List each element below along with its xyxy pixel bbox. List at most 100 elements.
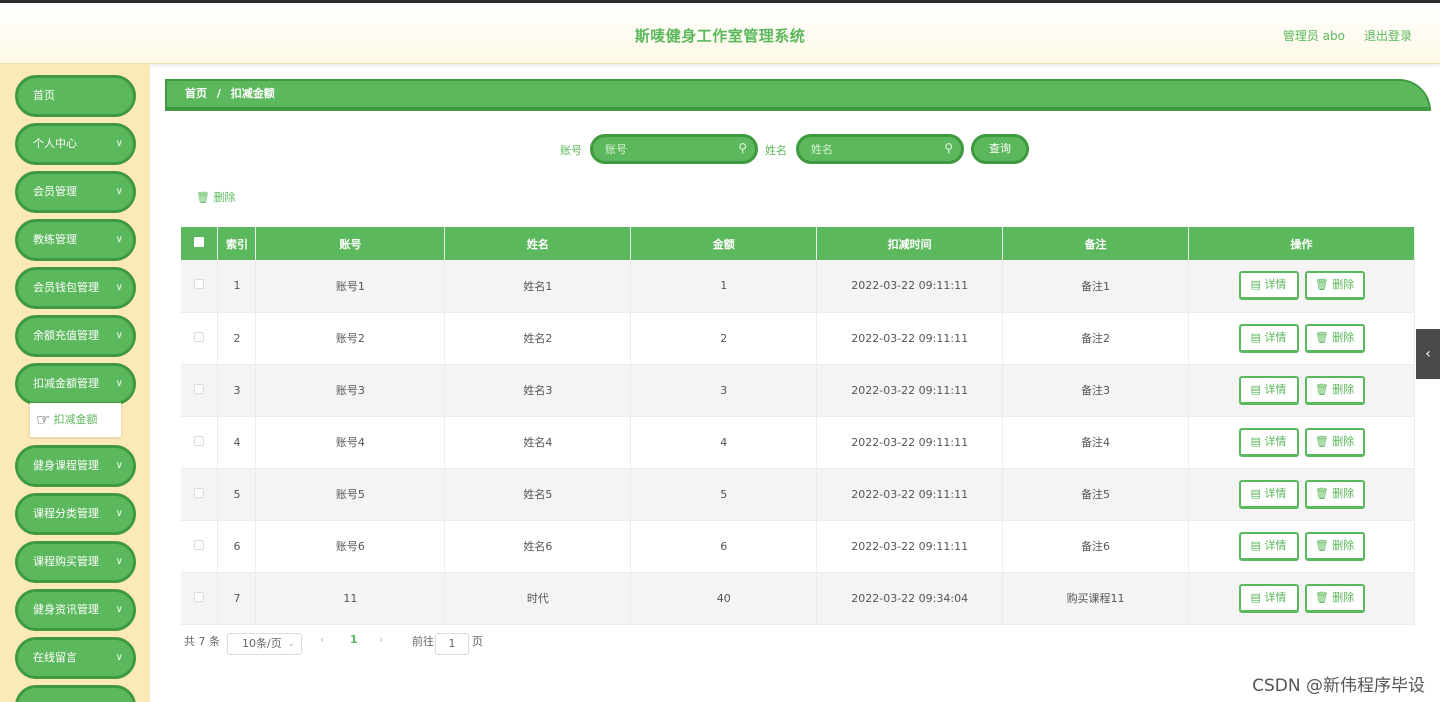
row-select-cell[interactable]: [181, 468, 219, 521]
watermark: CSDN @新伟程序毕设: [1252, 676, 1425, 696]
sidebar-item[interactable]: 首页: [15, 75, 136, 117]
detail-button[interactable]: ▤ 详情: [1238, 375, 1299, 405]
chevron-down-icon: ∨: [115, 138, 123, 149]
name-search-input[interactable]: [811, 137, 931, 161]
detail-label: 详情: [1264, 434, 1287, 448]
cell-remark: 购买课程11: [1002, 572, 1190, 625]
cell-remark: 备注2: [1002, 312, 1190, 365]
document-icon: ▤: [1250, 538, 1265, 552]
column-header: 备注: [1002, 227, 1190, 260]
row-checkbox[interactable]: [194, 435, 205, 446]
row-actions: ▤ 详情 🗑 删除: [1188, 312, 1415, 365]
delete-label: 删除: [1332, 590, 1355, 604]
delete-button[interactable]: 🗑 删除: [1304, 427, 1365, 457]
detail-button[interactable]: ▤ 详情: [1238, 323, 1299, 353]
goto-label: 前往: [412, 635, 434, 648]
account-search-box[interactable]: ⚲: [590, 134, 758, 164]
detail-button[interactable]: ▤ 详情: [1238, 427, 1299, 457]
detail-button[interactable]: ▤ 详情: [1238, 583, 1299, 613]
row-checkbox[interactable]: [194, 383, 205, 394]
current-page-number[interactable]: 1: [350, 633, 358, 646]
chevron-down-icon: ∨: [115, 460, 123, 471]
cell-amount: 6: [630, 520, 818, 573]
cell-name: 姓名3: [444, 364, 632, 417]
sidebar-item[interactable]: 会员管理 ∨: [15, 171, 136, 213]
admin-user-label: 管理员 abo: [1282, 29, 1345, 43]
detail-button[interactable]: ▤ 详情: [1238, 531, 1299, 561]
row-checkbox[interactable]: [194, 487, 205, 498]
row-checkbox[interactable]: [194, 539, 205, 550]
sidebar-item[interactable]: 教练管理 ∨: [15, 219, 136, 261]
sidebar-item[interactable]: 健身课程管理 ∨: [15, 445, 136, 487]
sidebar-item[interactable]: 健身资讯管理 ∨: [15, 589, 136, 631]
row-select-cell[interactable]: [181, 520, 219, 573]
sidebar-item[interactable]: 个人中心 ∨: [15, 123, 136, 165]
batch-delete-button[interactable]: 🗑 删除: [196, 189, 235, 205]
detail-label: 详情: [1264, 278, 1287, 292]
cell-remark: 备注1: [1002, 260, 1190, 313]
sidebar-item[interactable]: 余额充值管理 ∨: [15, 315, 136, 357]
delete-button[interactable]: 🗑 删除: [1304, 479, 1365, 509]
cell-name: 姓名2: [444, 312, 632, 365]
account-search-input[interactable]: [605, 137, 725, 161]
breadcrumb-current: 扣减金额: [230, 87, 275, 100]
sidebar-item-label: 在线留言: [33, 651, 77, 664]
name-search-label: 姓名: [765, 144, 787, 157]
row-checkbox[interactable]: [194, 331, 205, 342]
table-row: 5 账号5 姓名5 5 2022-03-22 09:11:11 备注5 ▤ 详情 🗑 删除: [181, 468, 1415, 521]
sidebar-item[interactable]: 在线留言 ∨: [15, 637, 136, 679]
row-select-cell[interactable]: [181, 312, 219, 365]
sidebar-item-partial[interactable]: [15, 685, 136, 702]
table-row: 6 账号6 姓名6 6 2022-03-22 09:11:11 备注6 ▤ 详情 🗑 删除: [181, 520, 1415, 573]
logout-link[interactable]: 退出登录: [1364, 27, 1412, 44]
row-actions: ▤ 详情 🗑 删除: [1188, 416, 1415, 469]
trash-icon: 🗑: [196, 191, 210, 204]
row-select-cell[interactable]: [181, 572, 219, 625]
delete-button[interactable]: 🗑 删除: [1304, 583, 1365, 613]
row-select-cell[interactable]: [181, 416, 219, 469]
row-checkbox[interactable]: [194, 591, 205, 602]
sidebar-item-label: 课程分类管理: [33, 507, 99, 520]
detail-button[interactable]: ▤ 详情: [1238, 271, 1299, 301]
sidebar-item-label: 个人中心: [33, 137, 77, 150]
cell-account: 账号5: [255, 468, 446, 521]
delete-label: 删除: [1332, 330, 1355, 344]
chevron-down-icon: ∨: [115, 234, 123, 245]
sidebar-item[interactable]: 课程分类管理 ∨: [15, 493, 136, 535]
cell-account: 账号3: [255, 364, 446, 417]
page-size-select[interactable]: 10条/页 ⌄: [227, 633, 302, 655]
select-all-checkbox[interactable]: [194, 237, 205, 247]
chevron-down-icon: ∨: [115, 652, 123, 663]
goto-page-input[interactable]: 1: [435, 633, 469, 655]
query-button[interactable]: 查询: [971, 134, 1029, 164]
prev-page-icon[interactable]: ‹: [320, 633, 324, 646]
delete-button[interactable]: 🗑 删除: [1304, 531, 1365, 561]
cell-name: 时代: [444, 572, 632, 625]
row-select-cell[interactable]: [181, 364, 219, 417]
cell-remark: 备注3: [1002, 364, 1190, 417]
cell-amount: 1: [630, 260, 818, 313]
search-icon: ⚲: [738, 141, 747, 155]
select-all-header[interactable]: [181, 227, 219, 260]
delete-button[interactable]: 🗑 删除: [1304, 323, 1365, 353]
cell-amount: 3: [630, 364, 818, 417]
cell-index: 5: [217, 468, 257, 521]
sidebar-item[interactable]: 课程购买管理 ∨: [15, 541, 136, 583]
table-row: 3 账号3 姓名3 3 2022-03-22 09:11:11 备注3 ▤ 详情 🗑 删除: [181, 364, 1415, 417]
sidebar-item[interactable]: 扣减金额管理 ∨: [15, 363, 136, 405]
table-row: 4 账号4 姓名4 4 2022-03-22 09:11:11 备注4 ▤ 详情 🗑 删除: [181, 416, 1415, 469]
trash-icon: 🗑: [1314, 434, 1333, 448]
cell-time: 2022-03-22 09:11:11: [816, 364, 1004, 417]
row-select-cell[interactable]: [181, 260, 219, 313]
trash-icon: 🗑: [1314, 538, 1333, 552]
next-page-icon[interactable]: ›: [379, 633, 383, 646]
sidebar-item[interactable]: 会员钱包管理 ∨: [15, 267, 136, 309]
chevron-down-icon: ⌄: [287, 639, 295, 649]
delete-button[interactable]: 🗑 删除: [1304, 271, 1365, 301]
name-search-box[interactable]: ⚲: [796, 134, 964, 164]
row-checkbox[interactable]: [194, 279, 205, 290]
breadcrumb-home[interactable]: 首页: [185, 87, 207, 100]
collapse-panel-tab[interactable]: ‹: [1416, 329, 1440, 379]
detail-button[interactable]: ▤ 详情: [1238, 479, 1299, 509]
delete-button[interactable]: 🗑 删除: [1304, 375, 1365, 405]
